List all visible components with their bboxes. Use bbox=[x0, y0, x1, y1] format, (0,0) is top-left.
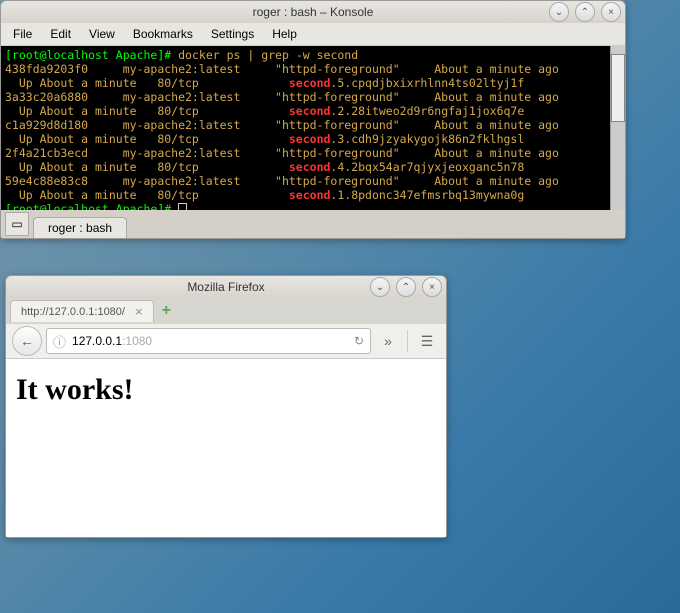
page-heading: It works! bbox=[16, 373, 436, 407]
menu-file[interactable]: File bbox=[5, 25, 40, 43]
tab-close-icon[interactable]: × bbox=[135, 304, 143, 319]
url-bar[interactable]: ⓘ 127.0.0.1:1080 ↻ bbox=[46, 328, 371, 354]
menu-edit[interactable]: Edit bbox=[42, 25, 79, 43]
firefox-content: It works! bbox=[6, 359, 446, 537]
konsole-tabbar: ▭ roger : bash bbox=[1, 210, 625, 238]
menu-settings[interactable]: Settings bbox=[203, 25, 262, 43]
new-tab-button[interactable]: + bbox=[154, 302, 179, 320]
terminal-scrollbar[interactable] bbox=[610, 46, 625, 210]
menu-view[interactable]: View bbox=[81, 25, 123, 43]
hamburger-menu-icon[interactable]: ☰ bbox=[414, 328, 440, 354]
firefox-window: Mozilla Firefox ⌄ ⌃ × http://127.0.0.1:1… bbox=[5, 275, 447, 538]
firefox-tab[interactable]: http://127.0.0.1:1080/ × bbox=[10, 300, 154, 322]
maximize-button[interactable]: ⌃ bbox=[396, 277, 416, 297]
konsole-window: roger : bash – Konsole ⌄ ⌃ × File Edit V… bbox=[0, 0, 626, 239]
konsole-title: roger : bash – Konsole bbox=[253, 5, 374, 19]
minimize-button[interactable]: ⌄ bbox=[370, 277, 390, 297]
firefox-tabbar: http://127.0.0.1:1080/ × + bbox=[6, 298, 446, 324]
reload-button[interactable]: ↻ bbox=[354, 334, 364, 348]
new-tab-button[interactable]: ▭ bbox=[5, 212, 29, 236]
back-button[interactable]: ← bbox=[12, 326, 42, 356]
tab-label: http://127.0.0.1:1080/ bbox=[21, 306, 125, 318]
close-button[interactable]: × bbox=[422, 277, 442, 297]
firefox-title: Mozilla Firefox bbox=[187, 280, 264, 294]
terminal-viewport[interactable]: [root@localhost Apache]# docker ps | gre… bbox=[1, 46, 625, 210]
site-info-icon[interactable]: ⓘ bbox=[53, 332, 66, 351]
menu-bookmarks[interactable]: Bookmarks bbox=[125, 25, 201, 43]
toolbar-separator bbox=[407, 330, 408, 352]
maximize-button[interactable]: ⌃ bbox=[575, 2, 595, 22]
scroll-thumb[interactable] bbox=[611, 54, 625, 122]
url-port: :1080 bbox=[122, 334, 152, 348]
url-host: 127.0.0.1 bbox=[72, 334, 122, 348]
menu-help[interactable]: Help bbox=[264, 25, 305, 43]
overflow-button[interactable]: » bbox=[375, 328, 401, 354]
minimize-button[interactable]: ⌄ bbox=[549, 2, 569, 22]
firefox-titlebar[interactable]: Mozilla Firefox ⌄ ⌃ × bbox=[6, 276, 446, 298]
konsole-tab[interactable]: roger : bash bbox=[33, 217, 127, 238]
konsole-menubar: File Edit View Bookmarks Settings Help bbox=[1, 23, 625, 46]
firefox-toolbar: ← ⓘ 127.0.0.1:1080 ↻ » ☰ bbox=[6, 324, 446, 359]
close-button[interactable]: × bbox=[601, 2, 621, 22]
konsole-titlebar[interactable]: roger : bash – Konsole ⌄ ⌃ × bbox=[1, 1, 625, 23]
